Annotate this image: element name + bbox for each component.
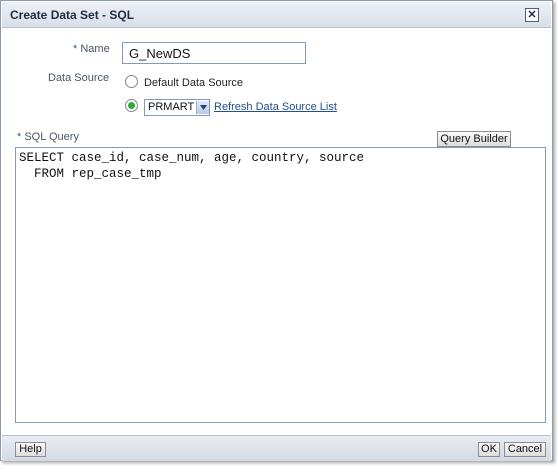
data-source-label: Data Source	[48, 72, 110, 84]
name-label-text: Name	[80, 43, 110, 55]
help-button[interactable]: Help	[15, 442, 46, 457]
sql-query-label: * SQL Query	[17, 131, 79, 143]
chevron-down-icon[interactable]	[196, 101, 209, 114]
name-label: * Name	[73, 43, 110, 55]
data-source-select-value: PRMART	[148, 101, 195, 113]
default-data-source-label[interactable]: Default Data Source	[144, 77, 243, 89]
close-icon-glyph: ✕	[527, 8, 537, 21]
dialog-footer: Help OK Cancel	[2, 435, 551, 461]
dialog-title-bar[interactable]: Create Data Set - SQL ✕	[2, 2, 551, 28]
ok-button[interactable]: OK	[478, 442, 500, 457]
data-source-select[interactable]: PRMART	[144, 99, 210, 116]
name-input[interactable]	[122, 42, 306, 64]
radio-selected-indicator	[128, 102, 135, 109]
cancel-button[interactable]: Cancel	[504, 442, 546, 457]
sql-query-label-text: SQL Query	[24, 131, 79, 143]
default-data-source-radio[interactable]	[125, 75, 138, 88]
required-marker: *	[17, 131, 22, 143]
create-data-set-dialog: Create Data Set - SQL ✕ * Name Data Sour…	[0, 0, 553, 461]
close-icon[interactable]: ✕	[525, 8, 539, 22]
required-marker: *	[73, 43, 78, 55]
sql-line: FROM rep_case_tmp	[19, 167, 162, 181]
query-builder-button[interactable]: Query Builder	[437, 131, 511, 147]
dialog-title: Create Data Set - SQL	[10, 8, 135, 22]
sql-line: SELECT case_id, case_num, age, country, …	[19, 151, 365, 165]
sql-query-textarea[interactable]: SELECT case_id, case_num, age, country, …	[15, 147, 546, 423]
refresh-data-source-list-link[interactable]: Refresh Data Source List	[214, 101, 337, 113]
